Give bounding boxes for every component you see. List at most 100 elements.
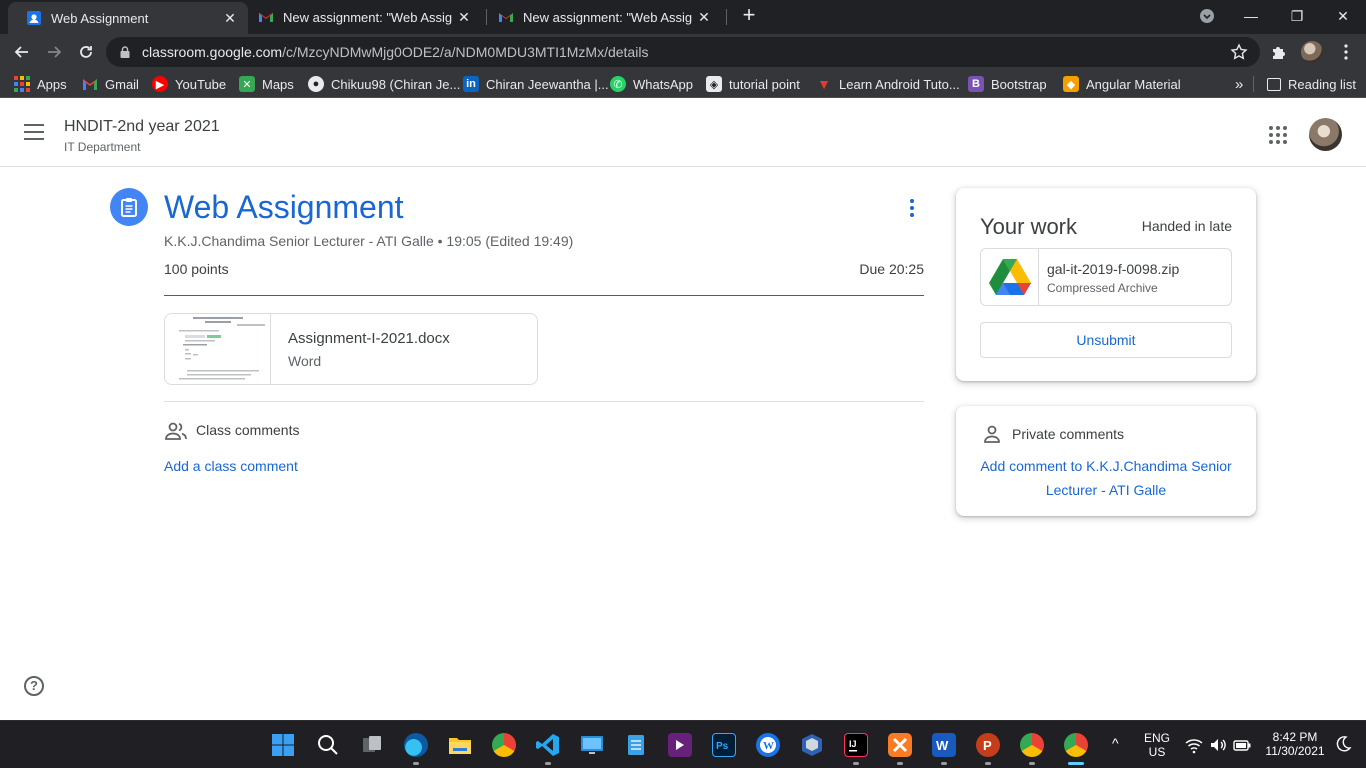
back-button[interactable] bbox=[11, 41, 33, 63]
submitted-file-name: gal-it-2019-f-0098.zip bbox=[1047, 261, 1180, 277]
virtualbox-icon[interactable] bbox=[800, 733, 824, 757]
forward-button[interactable] bbox=[43, 41, 65, 63]
close-icon[interactable]: ✕ bbox=[452, 9, 476, 26]
more-options-icon[interactable] bbox=[900, 196, 924, 220]
class-comments-label: Class comments bbox=[196, 422, 300, 438]
language-indicator[interactable]: ENG US bbox=[1140, 731, 1174, 759]
tab-new-assignment-2[interactable]: New assignment: "Web Assignme ✕ bbox=[480, 0, 722, 34]
clock[interactable]: 8:42 PM 11/30/2021 bbox=[1262, 730, 1328, 758]
close-window-button[interactable]: ✕ bbox=[1320, 0, 1366, 32]
google-drive-icon bbox=[981, 249, 1039, 305]
bookmark-github[interactable]: ● Chikuu98 (Chiran Je... bbox=[308, 75, 460, 93]
bookmark-star-icon[interactable] bbox=[1230, 43, 1248, 61]
show-hidden-icons[interactable]: ^ bbox=[1112, 735, 1119, 751]
restore-button[interactable]: ❐ bbox=[1274, 0, 1320, 32]
search-icon[interactable] bbox=[316, 733, 340, 757]
running-indicator bbox=[1029, 762, 1035, 765]
bootstrap-icon: B bbox=[968, 76, 984, 92]
bookmark-tutorialspoint[interactable]: ◈ tutorial point bbox=[706, 75, 800, 93]
unsubmit-button[interactable]: Unsubmit bbox=[980, 322, 1232, 358]
divider bbox=[164, 401, 924, 402]
bookmark-apps[interactable]: Apps bbox=[14, 75, 67, 93]
reload-button[interactable] bbox=[75, 41, 97, 63]
new-tab-button[interactable]: + bbox=[737, 4, 761, 28]
url-text: classroom.google.com/c/MzcyNDMwMjg0ODE2/… bbox=[142, 44, 648, 60]
wifi-icon[interactable] bbox=[1184, 735, 1204, 755]
profile-avatar[interactable] bbox=[1301, 41, 1323, 63]
reload-icon bbox=[80, 46, 92, 58]
help-icon[interactable]: ? bbox=[24, 676, 44, 696]
bookmark-linkedin[interactable]: in Chiran Jeewantha |... bbox=[463, 75, 609, 93]
chrome-profile-icon[interactable] bbox=[1020, 733, 1044, 757]
assignment-due: Due 20:25 bbox=[859, 261, 924, 277]
account-avatar[interactable] bbox=[1309, 118, 1342, 151]
reading-list-label: Reading list bbox=[1288, 76, 1356, 92]
svg-text:W: W bbox=[936, 738, 949, 753]
chrome-active-icon[interactable] bbox=[1064, 733, 1088, 757]
close-icon[interactable]: ✕ bbox=[218, 10, 242, 27]
classroom-icon bbox=[27, 11, 41, 25]
svg-text:Ps: Ps bbox=[716, 741, 729, 752]
running-indicator bbox=[545, 762, 551, 765]
tab-web-assignment[interactable]: Web Assignment ✕ bbox=[8, 2, 248, 34]
tab-search-button[interactable] bbox=[1184, 0, 1230, 32]
running-indicator bbox=[897, 762, 903, 765]
bookmarks-overflow-button[interactable]: » bbox=[1235, 75, 1243, 93]
task-view-icon[interactable] bbox=[360, 733, 384, 757]
wordpress-app-icon[interactable]: W bbox=[756, 733, 780, 757]
bookmark-gmail[interactable]: Gmail bbox=[82, 75, 139, 93]
clock-date: 11/30/2021 bbox=[1265, 744, 1325, 758]
class-name[interactable]: HNDIT-2nd year 2021 bbox=[64, 118, 220, 136]
tab-new-assignment-1[interactable]: New assignment: "Web Assignme ✕ bbox=[240, 0, 482, 34]
remote-desktop-icon[interactable] bbox=[580, 733, 604, 757]
bookmark-label: Bootstrap bbox=[991, 76, 1047, 92]
close-icon[interactable]: ✕ bbox=[692, 9, 716, 26]
minimize-button[interactable]: — bbox=[1228, 0, 1274, 32]
windows-start-icon[interactable] bbox=[271, 733, 295, 757]
bookmark-label: tutorial point bbox=[729, 76, 800, 92]
private-comments-heading: Private comments bbox=[1012, 426, 1125, 442]
bookmark-label: Maps bbox=[262, 76, 294, 92]
intellij-icon[interactable]: IJ bbox=[844, 733, 868, 757]
chrome-menu-button[interactable] bbox=[1335, 41, 1357, 63]
attachment-card[interactable]: Assignment-I-2021.docx Word bbox=[164, 313, 538, 385]
visual-studio-icon[interactable] bbox=[668, 733, 692, 757]
battery-icon[interactable] bbox=[1232, 735, 1252, 755]
powerpoint-icon[interactable]: P bbox=[976, 733, 1000, 757]
xampp-icon[interactable] bbox=[888, 733, 912, 757]
gmail-icon bbox=[82, 76, 98, 92]
submitted-file-card[interactable]: gal-it-2019-f-0098.zip Compressed Archiv… bbox=[980, 248, 1232, 306]
notepad-icon[interactable] bbox=[624, 733, 648, 757]
photoshop-icon[interactable]: Ps bbox=[712, 733, 736, 757]
bookmark-bootstrap[interactable]: B Bootstrap bbox=[968, 75, 1047, 93]
google-apps-icon[interactable] bbox=[1269, 126, 1287, 144]
svg-text:IJ: IJ bbox=[849, 739, 857, 749]
class-section: IT Department bbox=[64, 140, 141, 154]
bookmark-youtube[interactable]: ▶ YouTube bbox=[152, 75, 226, 93]
bookmark-maps[interactable]: ✕ Maps bbox=[239, 75, 294, 93]
file-explorer-icon[interactable] bbox=[448, 733, 472, 757]
your-work-card: Your work Handed in late gal-it-2019-f-0… bbox=[956, 188, 1256, 381]
tab-title: New assignment: "Web Assignme bbox=[283, 9, 452, 25]
apps-icon bbox=[14, 76, 30, 92]
reading-list-button[interactable]: Reading list bbox=[1267, 75, 1356, 93]
bookmarks-divider bbox=[1253, 76, 1254, 92]
chrome-icon[interactable] bbox=[492, 733, 516, 757]
person-icon bbox=[984, 425, 1000, 443]
address-bar[interactable]: classroom.google.com/c/MzcyNDMwMjg0ODE2/… bbox=[106, 37, 1260, 67]
lock-icon bbox=[120, 46, 130, 58]
word-icon[interactable]: W bbox=[932, 733, 956, 757]
submitted-file-type: Compressed Archive bbox=[1047, 281, 1158, 295]
bookmark-android-tutorial[interactable]: ▼ Learn Android Tuto... bbox=[816, 75, 960, 93]
edge-icon[interactable] bbox=[404, 733, 428, 757]
volume-icon[interactable] bbox=[1208, 735, 1228, 755]
main-menu-icon[interactable] bbox=[24, 124, 44, 142]
notifications-moon-icon[interactable] bbox=[1334, 735, 1352, 753]
bookmark-angular-material[interactable]: ◆ Angular Material bbox=[1063, 75, 1181, 93]
bookmark-whatsapp[interactable]: ✆ WhatsApp bbox=[610, 75, 693, 93]
extensions-button[interactable] bbox=[1268, 41, 1290, 63]
add-private-comment-link[interactable]: Add comment to K.K.J.Chandima Senior Lec… bbox=[980, 454, 1232, 502]
svg-text:P: P bbox=[983, 738, 992, 753]
add-class-comment-link[interactable]: Add a class comment bbox=[164, 458, 298, 474]
vscode-icon[interactable] bbox=[536, 733, 560, 757]
